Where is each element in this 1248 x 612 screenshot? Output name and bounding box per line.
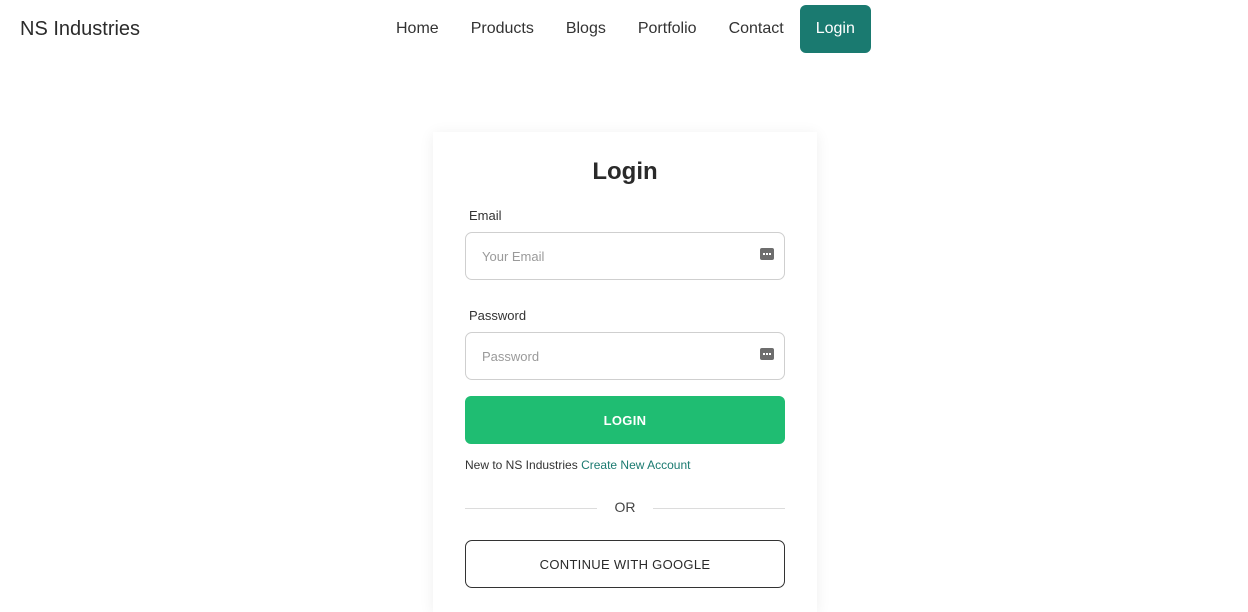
email-label: Email [469, 208, 502, 223]
password-field-wrapper [465, 332, 785, 380]
nav-home[interactable]: Home [380, 5, 455, 53]
signup-prompt-text: New to NS Industries [465, 458, 578, 472]
nav-blogs[interactable]: Blogs [550, 5, 622, 53]
email-field-wrapper [465, 232, 785, 280]
email-input[interactable] [466, 233, 784, 279]
nav-links: Home Products Blogs Portfolio Contact Lo… [380, 5, 871, 53]
nav-products[interactable]: Products [455, 5, 550, 53]
password-label: Password [469, 308, 527, 323]
nav-login-button[interactable]: Login [799, 5, 871, 53]
nav-contact[interactable]: Contact [713, 5, 800, 53]
navbar: NS Industries Home Products Blogs Portfo… [0, 0, 1248, 60]
divider-text: OR [614, 499, 636, 515]
login-title: Login [592, 158, 658, 185]
brand-logo[interactable]: NS Industries [20, 18, 140, 41]
continue-with-google-button[interactable]: CONTINUE WITH GOOGLE [465, 540, 785, 588]
keyboard-icon [760, 348, 774, 360]
login-card: Login Email Password LOGIN New to NS Ind… [433, 132, 817, 612]
divider-line-right [653, 508, 785, 509]
login-submit-button[interactable]: LOGIN [465, 396, 785, 444]
nav-portfolio[interactable]: Portfolio [622, 5, 713, 53]
or-divider: OR [465, 498, 785, 518]
password-input[interactable] [466, 333, 784, 379]
keyboard-icon [760, 248, 774, 260]
create-account-link[interactable]: Create New Account [581, 458, 690, 472]
signup-prompt: New to NS Industries Create New Account [465, 458, 690, 472]
